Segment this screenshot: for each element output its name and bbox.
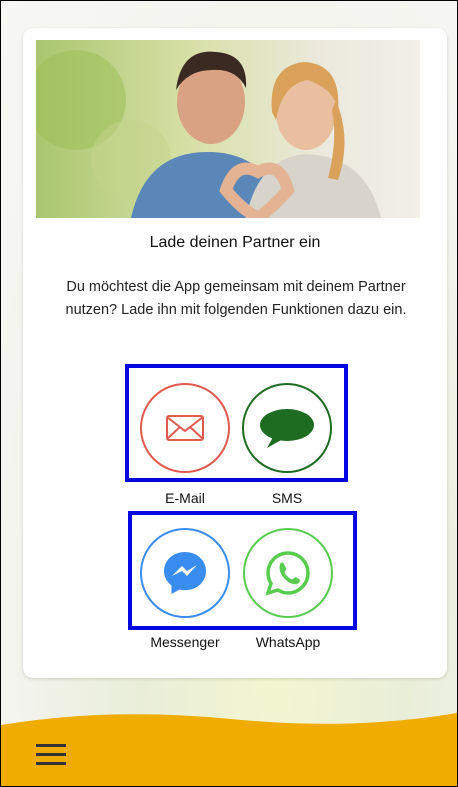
- invite-description: Du möchtest die App gemeinsam mit deinem…: [65, 279, 407, 318]
- messenger-icon: [164, 552, 206, 594]
- messenger-label: Messenger: [150, 634, 220, 650]
- hamburger-menu-icon[interactable]: [36, 742, 66, 768]
- whatsapp-icon: [265, 551, 310, 596]
- whatsapp-label: WhatsApp: [255, 634, 321, 650]
- sms-label: SMS: [271, 490, 303, 506]
- menu-line: [36, 744, 66, 747]
- couple-illustration: [36, 50, 381, 218]
- menu-line: [36, 753, 66, 756]
- bottom-bar: [1, 713, 457, 786]
- messenger-share-button[interactable]: [140, 528, 230, 618]
- speech-bubble-icon: [260, 409, 314, 448]
- invite-title: Lade deinen Partner ein: [149, 234, 321, 251]
- sms-share-button[interactable]: [242, 383, 332, 473]
- whatsapp-share-button[interactable]: [243, 528, 333, 618]
- app-screen: Lade deinen Partner ein Du möchtest die …: [0, 0, 458, 787]
- email-label: E-Mail: [165, 490, 205, 506]
- email-share-button[interactable]: [140, 383, 230, 473]
- mail-icon: [166, 415, 204, 441]
- menu-line: [36, 762, 66, 765]
- couple-photo: [36, 40, 420, 218]
